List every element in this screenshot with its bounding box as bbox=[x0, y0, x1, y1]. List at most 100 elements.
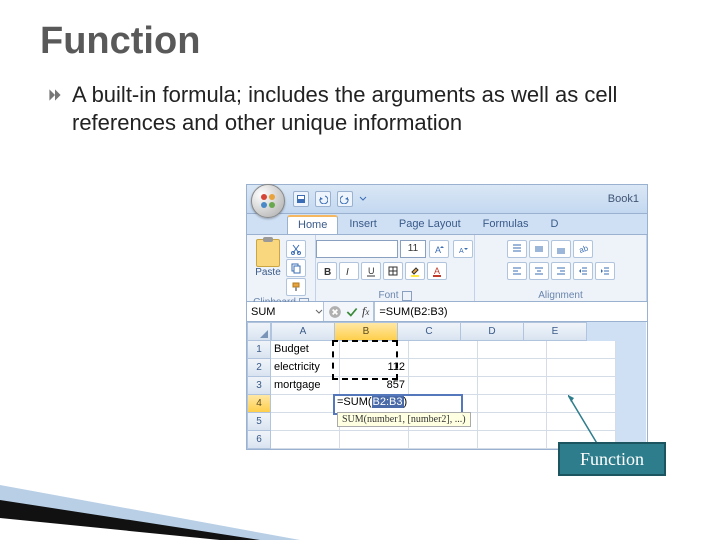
bullet-icon bbox=[48, 88, 62, 102]
cell[interactable] bbox=[547, 341, 616, 359]
decrease-indent-icon[interactable] bbox=[573, 262, 593, 280]
cell[interactable] bbox=[547, 413, 616, 431]
ribbon: Paste Clipboard 11 A A B bbox=[247, 235, 647, 302]
callout-function: Function bbox=[558, 442, 666, 476]
excel-window: Book1 Home Insert Page Layout Formulas D… bbox=[246, 184, 648, 450]
slide-title: Function bbox=[40, 20, 690, 63]
select-all-corner[interactable] bbox=[247, 322, 271, 341]
title-bar: Book1 bbox=[247, 185, 647, 214]
undo-icon[interactable] bbox=[315, 191, 331, 207]
svg-text:I: I bbox=[346, 267, 349, 277]
cell[interactable] bbox=[409, 341, 478, 359]
cell[interactable]: 112 bbox=[340, 359, 409, 377]
group-clipboard: Paste Clipboard bbox=[247, 235, 316, 301]
tab-next[interactable]: D bbox=[539, 215, 569, 234]
align-right-icon[interactable] bbox=[551, 262, 571, 280]
cell[interactable]: mortgage bbox=[271, 377, 340, 395]
quick-access-toolbar bbox=[293, 191, 367, 207]
cell[interactable]: electricity bbox=[271, 359, 340, 377]
formula-bar-row: SUM fx =SUM(B2:B3) bbox=[247, 302, 647, 322]
row-header[interactable]: 3 bbox=[247, 377, 271, 395]
increase-font-icon[interactable]: A bbox=[429, 240, 449, 258]
bold-icon[interactable]: B bbox=[317, 262, 337, 280]
function-tooltip: SUM(number1, [number2], ...) bbox=[337, 412, 471, 427]
col-header[interactable]: E bbox=[524, 322, 587, 341]
cell[interactable] bbox=[478, 395, 547, 413]
cell[interactable]: Budget bbox=[271, 341, 340, 359]
ribbon-tabs: Home Insert Page Layout Formulas D bbox=[247, 214, 647, 235]
col-header[interactable]: A bbox=[271, 322, 335, 341]
align-center-icon[interactable] bbox=[529, 262, 549, 280]
font-family-selector[interactable] bbox=[316, 240, 398, 258]
tab-home[interactable]: Home bbox=[287, 215, 338, 234]
align-top-icon[interactable] bbox=[507, 240, 527, 258]
formula-suffix: ) bbox=[404, 396, 408, 408]
row-header[interactable]: 5 bbox=[247, 413, 271, 431]
decrease-font-icon[interactable]: A bbox=[453, 240, 473, 258]
cell[interactable]: 857 bbox=[340, 377, 409, 395]
borders-icon[interactable] bbox=[383, 262, 403, 280]
font-color-icon[interactable]: A bbox=[427, 262, 447, 280]
cell[interactable] bbox=[409, 431, 478, 449]
cancel-icon[interactable] bbox=[328, 305, 342, 319]
cell[interactable] bbox=[547, 359, 616, 377]
orientation-icon[interactable]: ab bbox=[573, 240, 593, 258]
chevron-down-icon[interactable] bbox=[359, 194, 367, 204]
formula-range-ref: B2:B3 bbox=[372, 396, 404, 408]
workbook-title: Book1 bbox=[608, 193, 639, 205]
name-box[interactable]: SUM bbox=[247, 302, 324, 321]
increase-indent-icon[interactable] bbox=[595, 262, 615, 280]
fill-color-icon[interactable] bbox=[405, 262, 425, 280]
save-icon[interactable] bbox=[293, 191, 309, 207]
tab-insert[interactable]: Insert bbox=[338, 215, 388, 234]
tab-formulas[interactable]: Formulas bbox=[472, 215, 540, 234]
row-header[interactable]: 2 bbox=[247, 359, 271, 377]
cell[interactable] bbox=[547, 377, 616, 395]
align-middle-icon[interactable] bbox=[529, 240, 549, 258]
formula-bar[interactable]: =SUM(B2:B3) bbox=[374, 302, 647, 321]
cell[interactable] bbox=[478, 341, 547, 359]
align-left-icon[interactable] bbox=[507, 262, 527, 280]
paste-button[interactable]: Paste bbox=[255, 239, 281, 278]
format-painter-icon[interactable] bbox=[286, 278, 306, 296]
chevron-down-icon[interactable] bbox=[315, 308, 323, 316]
italic-icon[interactable]: I bbox=[339, 262, 359, 280]
svg-text:ab: ab bbox=[577, 243, 588, 255]
tab-page-layout[interactable]: Page Layout bbox=[388, 215, 472, 234]
cell[interactable] bbox=[271, 413, 340, 431]
cell[interactable] bbox=[409, 359, 478, 377]
cell[interactable] bbox=[340, 431, 409, 449]
cell[interactable] bbox=[478, 377, 547, 395]
paste-label: Paste bbox=[255, 267, 281, 278]
cut-icon[interactable] bbox=[286, 240, 306, 258]
col-header[interactable]: B bbox=[335, 322, 398, 341]
row-header[interactable]: 1 bbox=[247, 341, 271, 359]
slide-decoration bbox=[0, 430, 300, 540]
worksheet: 1 2 3 4 5 6 A B C D E Budget elec bbox=[247, 322, 647, 449]
redo-icon[interactable] bbox=[337, 191, 353, 207]
col-header[interactable]: C bbox=[398, 322, 461, 341]
fx-icon[interactable]: fx bbox=[362, 304, 369, 319]
cell[interactable] bbox=[547, 395, 616, 413]
font-size-selector[interactable]: 11 bbox=[400, 240, 426, 258]
cell[interactable] bbox=[340, 341, 409, 359]
copy-icon[interactable] bbox=[286, 259, 306, 277]
row-header[interactable]: 4 bbox=[247, 395, 271, 413]
font-group-label: Font bbox=[378, 290, 398, 301]
col-header[interactable]: D bbox=[461, 322, 524, 341]
cell[interactable] bbox=[478, 359, 547, 377]
enter-icon[interactable] bbox=[345, 305, 359, 319]
paste-icon bbox=[256, 239, 280, 267]
cell[interactable] bbox=[478, 431, 547, 449]
cell[interactable] bbox=[478, 413, 547, 431]
cell[interactable] bbox=[271, 395, 340, 413]
align-bottom-icon[interactable] bbox=[551, 240, 571, 258]
office-button[interactable] bbox=[251, 184, 285, 218]
svg-text:A: A bbox=[434, 266, 440, 276]
underline-icon[interactable]: U bbox=[361, 262, 381, 280]
group-alignment: ab Alignment bbox=[475, 235, 647, 301]
svg-text:A: A bbox=[435, 245, 441, 255]
dialog-launcher-icon[interactable] bbox=[402, 291, 412, 301]
cell[interactable] bbox=[409, 377, 478, 395]
alignment-group-label: Alignment bbox=[538, 290, 582, 301]
